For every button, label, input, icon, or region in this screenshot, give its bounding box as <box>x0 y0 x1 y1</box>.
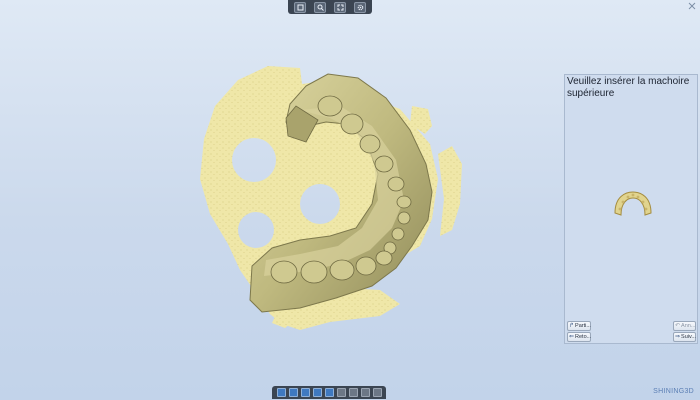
view-back-icon[interactable] <box>288 388 298 397</box>
view-top-icon[interactable] <box>324 388 334 397</box>
3d-viewport[interactable] <box>0 14 560 384</box>
arrow-right-icon: ⇒ <box>675 334 681 340</box>
measure-icon[interactable] <box>372 388 382 397</box>
zoom-icon[interactable] <box>314 1 326 13</box>
close-icon[interactable] <box>688 2 696 10</box>
return-button[interactable]: ⇐ Reto... <box>567 332 591 342</box>
square-icon[interactable] <box>294 1 306 13</box>
bottom-toolbar <box>272 386 386 399</box>
jaw-preview-icon <box>614 191 652 216</box>
texture-icon[interactable] <box>348 388 358 397</box>
cancel-label: Ann... <box>681 323 696 329</box>
view-bottom-icon[interactable] <box>336 388 346 397</box>
top-toolbar <box>288 0 372 14</box>
settings-icon[interactable] <box>354 1 366 13</box>
partial-icon: ↱ <box>569 323 575 329</box>
view-right-icon[interactable] <box>312 388 322 397</box>
view-front-icon[interactable] <box>276 388 286 397</box>
next-button[interactable]: ⇒ Suiv... <box>673 332 696 342</box>
cancel-icon: ↶ <box>675 323 681 329</box>
next-label: Suiv... <box>681 334 696 340</box>
fit-view-icon[interactable] <box>334 1 346 13</box>
cancel-button[interactable]: ↶ Ann... <box>673 321 696 331</box>
view-left-icon[interactable] <box>300 388 310 397</box>
panel-title: Veuillez insérer la machoire supérieure <box>567 76 690 99</box>
partial-label: Parti... <box>575 323 591 329</box>
instruction-panel: Veuillez insérer la machoire supérieure … <box>564 74 698 344</box>
mesh-icon[interactable] <box>360 388 370 397</box>
partial-button[interactable]: ↱ Parti... <box>567 321 591 331</box>
brand-logo: SHINING3D <box>653 388 694 395</box>
return-label: Reto... <box>575 334 592 340</box>
arrow-left-icon: ⇐ <box>569 334 575 340</box>
